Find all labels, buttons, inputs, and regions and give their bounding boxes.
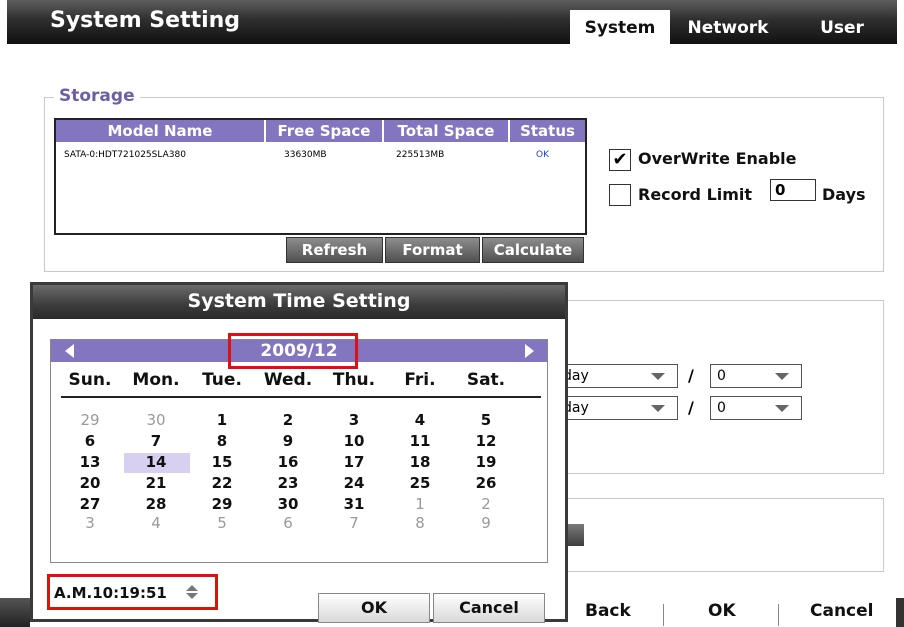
calendar-day[interactable]: 4 (400, 411, 440, 429)
record-limit-label: Record Limit (638, 185, 753, 204)
calendar-day[interactable]: 26 (466, 474, 506, 492)
divider (778, 604, 779, 626)
calendar-day[interactable]: 15 (202, 453, 242, 471)
calendar-day[interactable]: 13 (70, 453, 110, 471)
options-group (540, 498, 884, 572)
calendar-day[interactable]: 4 (136, 514, 176, 532)
column-model-name: Model Name (107, 122, 213, 140)
cell-model: SATA-0:HDT721025SLA380 (64, 150, 186, 160)
record-limit-checkbox[interactable] (609, 184, 631, 206)
overwrite-checkbox[interactable]: ✔ (609, 149, 631, 171)
calendar-day[interactable]: 1 (202, 411, 242, 429)
calendar-day[interactable]: 27 (70, 495, 110, 513)
overwrite-label: OverWrite Enable (638, 149, 797, 168)
value-select-1-value: 0 (717, 368, 726, 384)
slash-separator: / (688, 366, 694, 385)
calendar-day[interactable]: 18 (400, 453, 440, 471)
back-button[interactable]: Back (585, 601, 631, 621)
calendar-day[interactable]: 1 (400, 495, 440, 513)
month-marker (228, 333, 358, 369)
day-grid: 29 30 1 2 3 4 5 6 7 8 9 10 11 12 13 14 15 16 17 18 19 20 21 22 2… (51, 340, 547, 562)
calculate-button[interactable]: Calculate (482, 237, 584, 263)
tab-network[interactable]: Network (683, 12, 773, 44)
tab-user[interactable]: User (812, 12, 872, 44)
time-down-arrow-icon[interactable] (186, 593, 198, 599)
time-up-arrow-icon[interactable] (186, 585, 198, 591)
calendar-day[interactable]: 2 (466, 495, 506, 513)
calendar-day[interactable]: 9 (466, 514, 506, 532)
cell-status: OK (536, 150, 549, 160)
calendar-day[interactable]: 31 (334, 495, 374, 513)
title-bar-edge-right (897, 0, 904, 44)
calendar-day[interactable]: 11 (400, 432, 440, 450)
calendar-day[interactable]: 6 (268, 514, 308, 532)
value-select-1[interactable]: 0 (710, 364, 802, 388)
calendar-day[interactable]: 30 (268, 495, 308, 513)
calendar-day[interactable]: 23 (268, 474, 308, 492)
bottom-bar-edge (0, 598, 30, 627)
calendar-day[interactable]: 8 (400, 514, 440, 532)
cancel-button[interactable]: Cancel (810, 601, 873, 621)
storage-table: Model Name Free Space Total Space Status… (54, 118, 587, 235)
calendar-day[interactable]: 7 (136, 432, 176, 450)
dialog-title: System Time Setting (187, 290, 411, 312)
table-row[interactable]: SATA-0:HDT721025SLA380 33630MB 225513MB … (56, 144, 585, 164)
value-select-2-value: 0 (717, 400, 726, 416)
calendar-day[interactable]: 7 (334, 514, 374, 532)
calendar-day[interactable]: 29 (70, 411, 110, 429)
calendar-day[interactable]: 24 (334, 474, 374, 492)
calendar-day[interactable]: 17 (334, 453, 374, 471)
refresh-button[interactable]: Refresh (286, 237, 383, 263)
column-total-space: Total Space (397, 122, 495, 140)
chevron-down-icon (651, 373, 665, 380)
calendar-day[interactable]: 14 (136, 453, 176, 471)
time-value: A.M.10:19:51 (54, 584, 167, 602)
calendar-day[interactable]: 28 (136, 495, 176, 513)
calendar-day[interactable]: 25 (400, 474, 440, 492)
dialog-cancel-button[interactable]: Cancel (433, 593, 545, 623)
calendar-day[interactable]: 16 (268, 453, 308, 471)
value-select-2[interactable]: 0 (710, 396, 802, 420)
title-bar-edge-left (0, 0, 7, 44)
calendar: 2009/12 Sun. Mon. Tue. Wed. Thu. Fri. Sa… (50, 339, 548, 563)
calendar-day[interactable]: 8 (202, 432, 242, 450)
days-label: Days (822, 185, 866, 204)
column-status: Status (520, 122, 575, 140)
calendar-day[interactable]: 29 (202, 495, 242, 513)
tab-system[interactable]: System (570, 10, 670, 44)
page-title: System Setting (50, 8, 241, 33)
calendar-day[interactable]: 2 (268, 411, 308, 429)
calendar-day[interactable]: 12 (466, 432, 506, 450)
cell-total-space: 225513MB (396, 150, 445, 160)
calendar-day[interactable]: 3 (334, 411, 374, 429)
calendar-day[interactable]: 22 (202, 474, 242, 492)
calendar-day[interactable]: 5 (466, 411, 506, 429)
calendar-day[interactable]: 6 (70, 432, 110, 450)
dialog-ok-button[interactable]: OK (318, 593, 430, 623)
calendar-day[interactable]: 20 (70, 474, 110, 492)
partial-button[interactable] (566, 524, 584, 546)
chevron-down-icon (775, 373, 789, 380)
calendar-day[interactable]: 21 (136, 474, 176, 492)
chevron-down-icon (775, 405, 789, 412)
record-limit-input[interactable]: 0 (770, 179, 816, 201)
calendar-day[interactable]: 19 (466, 453, 506, 471)
bottom-bar-edge (896, 598, 904, 627)
calendar-day[interactable]: 9 (268, 432, 308, 450)
cell-free-space: 33630MB (284, 150, 327, 160)
storage-legend: Storage (54, 86, 140, 106)
storage-table-header: Model Name Free Space Total Space Status (56, 120, 585, 142)
divider (663, 604, 664, 626)
chevron-down-icon (651, 405, 665, 412)
calendar-day[interactable]: 3 (70, 514, 110, 532)
calendar-day[interactable]: 5 (202, 514, 242, 532)
slash-separator: / (688, 398, 694, 417)
format-button[interactable]: Format (385, 237, 480, 263)
ok-button[interactable]: OK (708, 601, 736, 621)
calendar-day[interactable]: 10 (334, 432, 374, 450)
column-free-space: Free Space (277, 122, 371, 140)
calendar-day[interactable]: 30 (136, 411, 176, 429)
